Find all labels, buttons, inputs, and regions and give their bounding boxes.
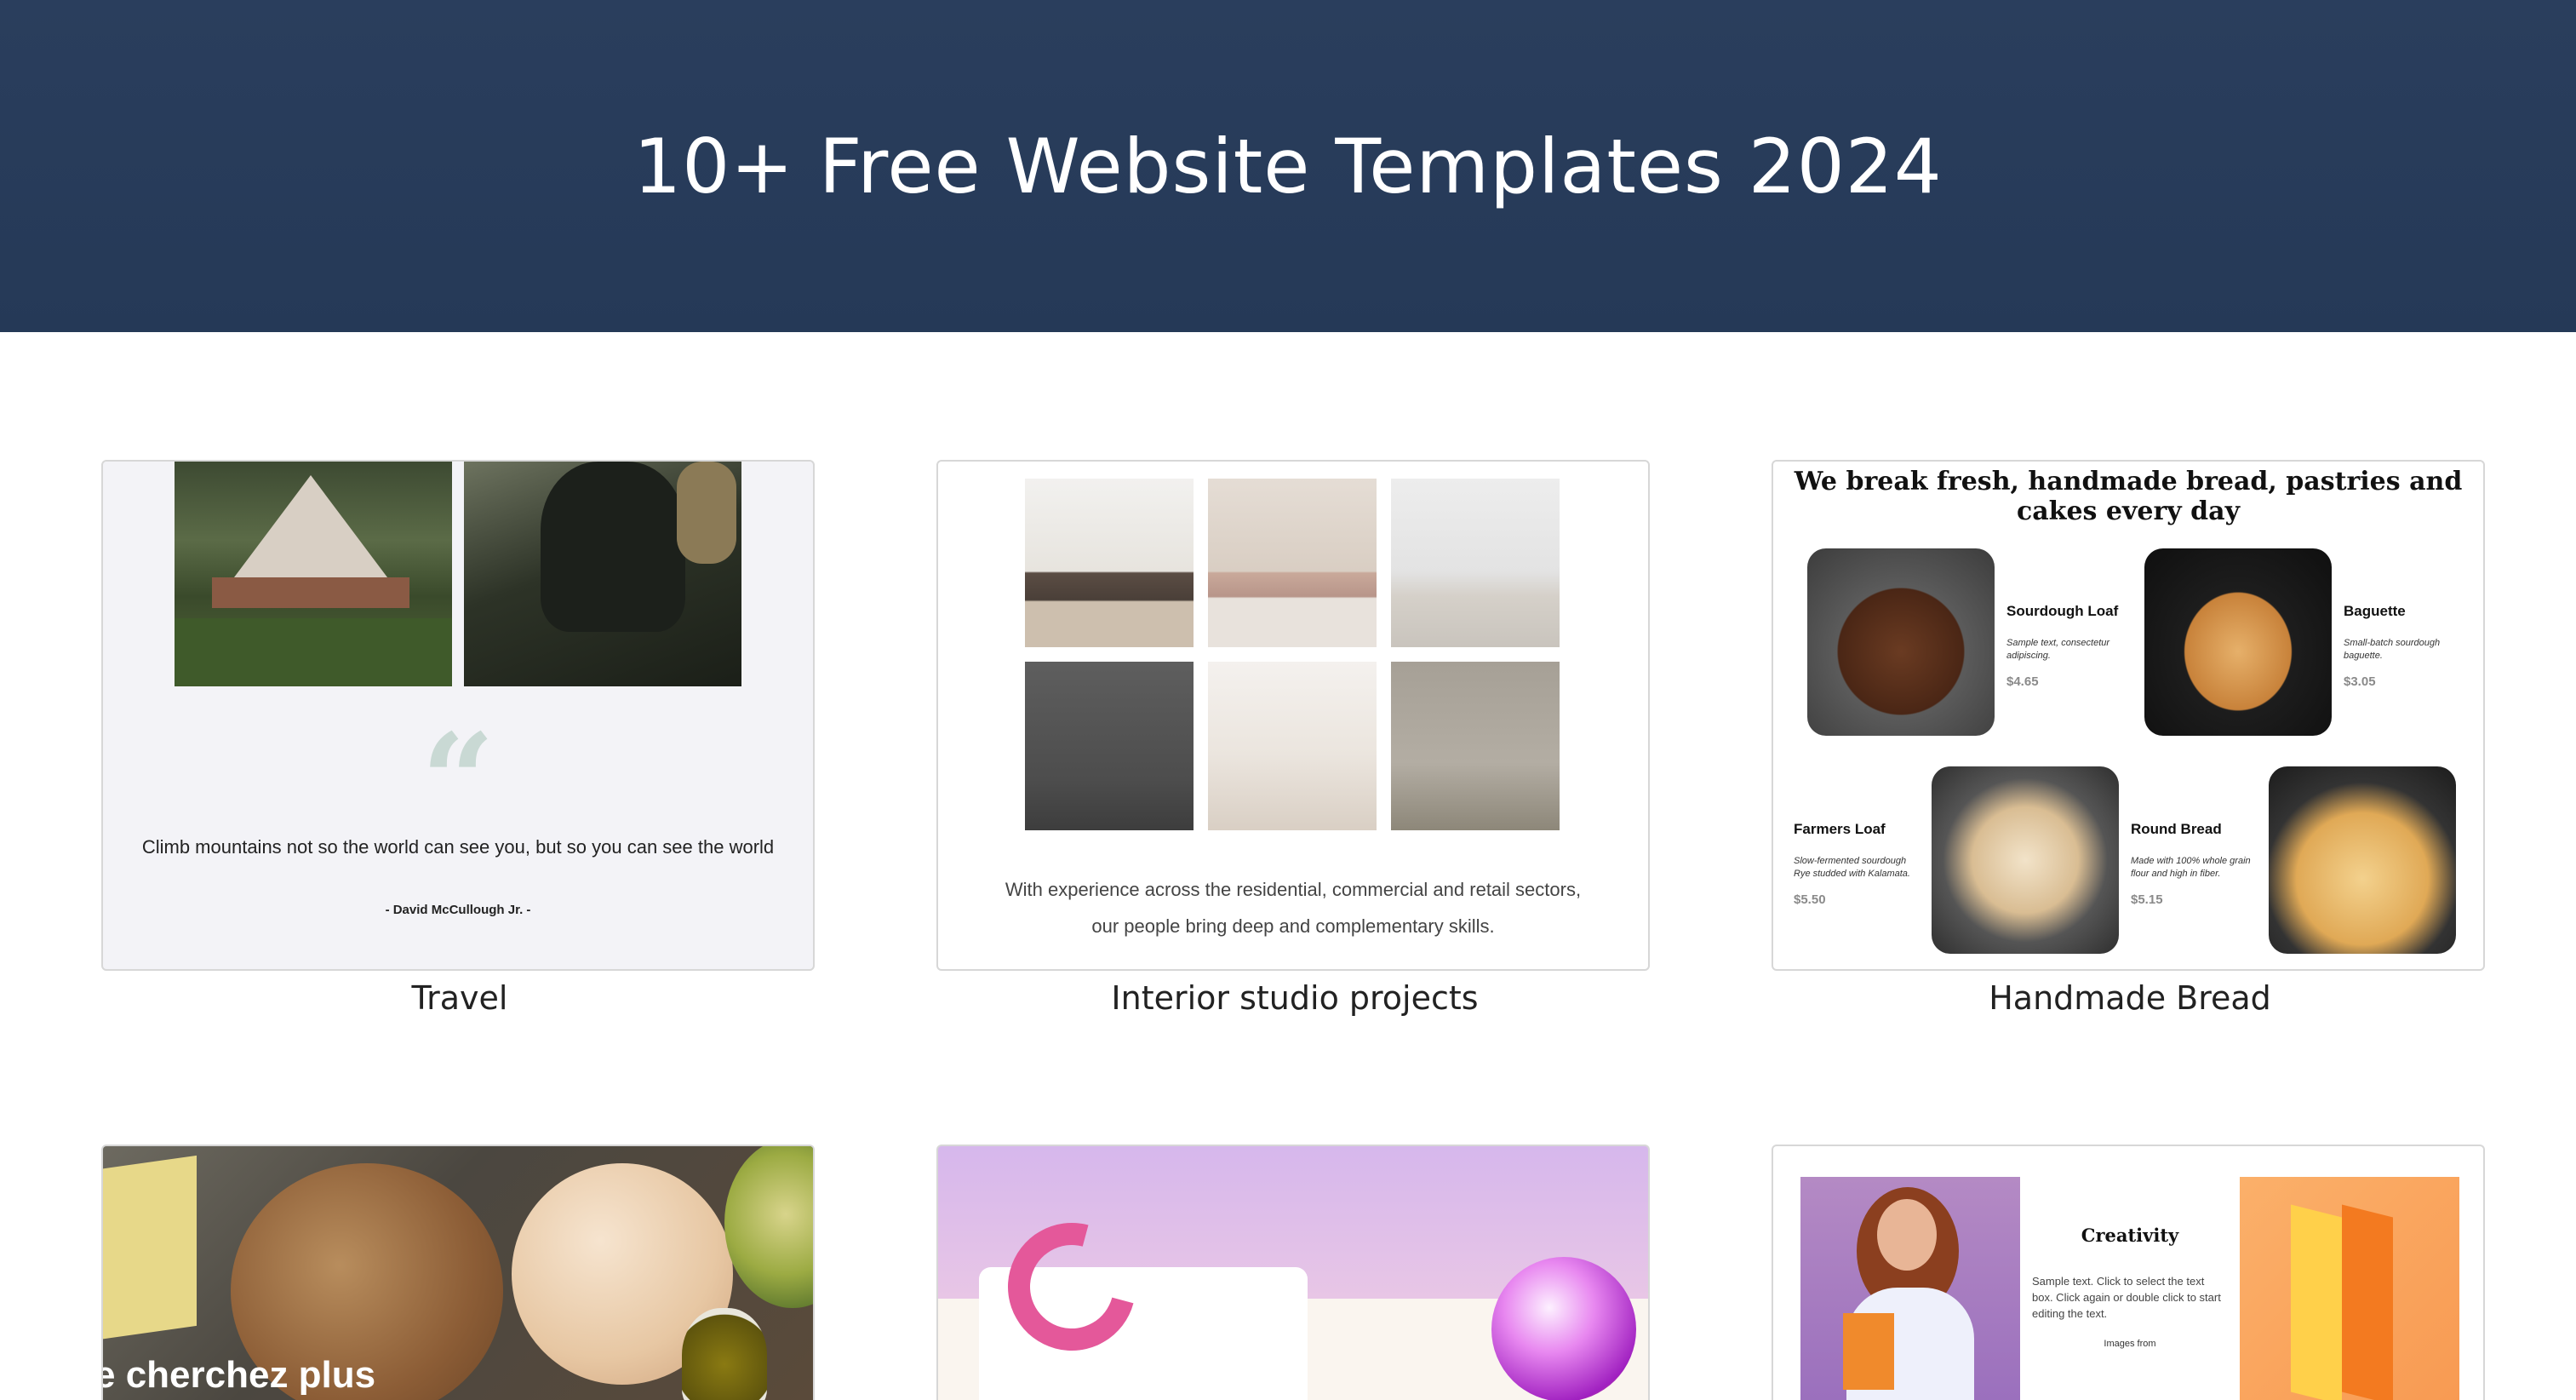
bread-item-name: Round Bread bbox=[2131, 821, 2222, 837]
quote-icon: “ bbox=[421, 706, 495, 856]
template-caption-travel[interactable]: Travel bbox=[101, 979, 818, 1017]
creativity-text: Sample text. Click to select the text bo… bbox=[2032, 1275, 2221, 1320]
sourdough-image bbox=[1807, 548, 1995, 736]
bread-item-price: $4.65 bbox=[2006, 674, 2039, 689]
food-headline: e cherchez plus bbox=[101, 1354, 376, 1396]
bread-item-desc: Sample text, consectetur adipiscing. bbox=[2006, 638, 2110, 661]
bread-item-desc: Made with 100% whole grain flour and hig… bbox=[2131, 856, 2251, 879]
template-card-food[interactable]: e cherchez plus bbox=[101, 1145, 815, 1400]
travel-quote-author: - David McCullough Jr. - bbox=[385, 903, 531, 917]
tent-image bbox=[175, 462, 452, 686]
page-header: 10+ Free Website Templates 2024 bbox=[0, 0, 2576, 332]
round-bread-image bbox=[2269, 766, 2456, 954]
student-image bbox=[1800, 1177, 2020, 1400]
template-card-bread[interactable]: We break fresh, handmade bread, pastries… bbox=[1772, 460, 2485, 971]
interior-photo bbox=[1391, 479, 1560, 647]
interior-photo bbox=[1025, 662, 1194, 830]
interior-photo bbox=[1391, 662, 1560, 830]
page-title: 10+ Free Website Templates 2024 bbox=[633, 122, 1943, 210]
bread-item-desc: Small-batch sourdough baguette. bbox=[2344, 638, 2441, 661]
interior-photo bbox=[1208, 479, 1377, 647]
baguette-image bbox=[2144, 548, 2332, 736]
oil-jar-image bbox=[682, 1308, 767, 1400]
cheese-image bbox=[103, 1155, 197, 1342]
template-card-gradient[interactable] bbox=[936, 1145, 1650, 1400]
interior-photo bbox=[1025, 479, 1194, 647]
guitar-image bbox=[464, 462, 741, 686]
bread-item-price: $5.50 bbox=[1794, 892, 1826, 907]
interior-text-line2: our people bring deep and complementary … bbox=[1091, 915, 1495, 937]
creativity-title: Creativity bbox=[2081, 1225, 2179, 1246]
bread-item-name: Sourdough Loaf bbox=[2006, 603, 2119, 619]
bread-item-price: $5.15 bbox=[2131, 892, 2163, 907]
bread-item-price: $3.05 bbox=[2344, 674, 2376, 689]
template-caption-interior[interactable]: Interior studio projects bbox=[936, 979, 1653, 1017]
template-card-creativity[interactable]: Creativity Sample text. Click to select … bbox=[1772, 1145, 2485, 1400]
creativity-images-from: Images from bbox=[2104, 1339, 2156, 1349]
farmers-loaf-image bbox=[1932, 766, 2119, 954]
sphere-shape-icon bbox=[1491, 1257, 1636, 1400]
template-card-travel[interactable]: “ Climb mountains not so the world can s… bbox=[101, 460, 815, 971]
bread-title: We break fresh, handmade bread, pastries… bbox=[1794, 467, 2463, 526]
books-image bbox=[2240, 1177, 2459, 1400]
template-card-interior[interactable]: With experience across the residential, … bbox=[936, 460, 1650, 971]
bread-item-name: Farmers Loaf bbox=[1794, 821, 1886, 837]
bread-item-desc: Slow-fermented sourdough Rye studded wit… bbox=[1794, 856, 1910, 879]
interior-photo bbox=[1208, 662, 1377, 830]
bread-item-name: Baguette bbox=[2344, 603, 2406, 619]
interior-text-line1: With experience across the residential, … bbox=[1005, 879, 1582, 900]
template-caption-bread[interactable]: Handmade Bread bbox=[1772, 979, 2488, 1017]
avocado-image bbox=[724, 1146, 813, 1308]
travel-quote: Climb mountains not so the world can see… bbox=[141, 836, 775, 858]
